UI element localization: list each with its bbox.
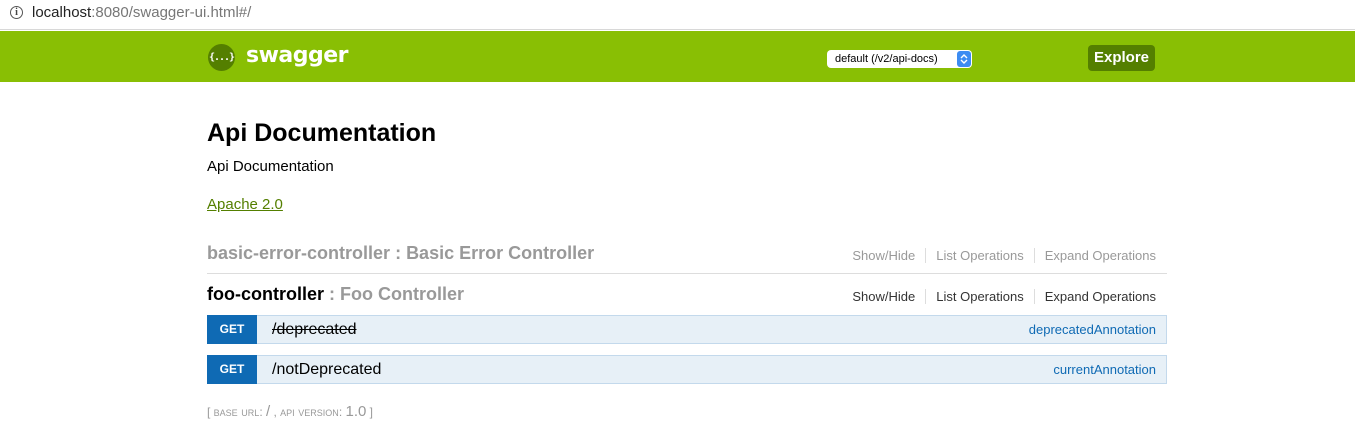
resource-foo-controller: foo-controller : Foo Controller Show/Hid…	[207, 284, 1167, 314]
operation-get-not-deprecated[interactable]: GET /notDeprecated currentAnnotation	[207, 355, 1167, 384]
resource-description: Basic Error Controller	[406, 243, 595, 263]
info-circle-icon[interactable]: i	[10, 6, 23, 19]
page-title: Api Documentation	[207, 119, 437, 147]
footer-open-bracket: [	[207, 405, 214, 419]
url-text[interactable]: localhost:8080/swagger-ui.html#/	[32, 4, 251, 21]
swagger-logo-text[interactable]: swagger	[246, 43, 349, 68]
footer-close-bracket: ]	[366, 405, 374, 419]
resource-actions: Show/Hide List Operations Expand Operati…	[852, 289, 1156, 304]
resource-title[interactable]: basic-error-controller : Basic Error Con…	[207, 243, 594, 264]
resource-description: Foo Controller	[340, 284, 464, 304]
http-method-badge[interactable]: GET	[207, 355, 257, 384]
show-hide-link[interactable]: Show/Hide	[852, 289, 925, 304]
footer-comma: ,	[270, 405, 281, 419]
resource-actions: Show/Hide List Operations Expand Operati…	[852, 248, 1156, 263]
footer-colon: :	[259, 405, 266, 419]
api-description: Api Documentation	[207, 158, 334, 175]
base-url-label: base url	[213, 404, 260, 419]
api-spec-select[interactable]: default (/v2/api-docs)	[827, 50, 972, 68]
resource-separator: :	[390, 243, 407, 263]
api-version-label: api version	[280, 404, 339, 419]
swagger-header: {...} swagger default (/v2/api-docs) Exp…	[0, 31, 1355, 82]
operation-get-deprecated[interactable]: GET /deprecated deprecatedAnnotation	[207, 315, 1167, 344]
operation-summary[interactable]: currentAnnotation	[1053, 362, 1156, 377]
address-bar[interactable]: i localhost:8080/swagger-ui.html#/	[0, 0, 1355, 30]
resource-separator: :	[324, 284, 340, 304]
resource-basic-error-controller: basic-error-controller : Basic Error Con…	[207, 243, 1167, 274]
explore-button[interactable]: Explore	[1088, 45, 1155, 71]
operation-path[interactable]: /deprecated	[272, 321, 357, 339]
expand-operations-link[interactable]: Expand Operations	[1033, 289, 1156, 304]
expand-operations-link[interactable]: Expand Operations	[1033, 248, 1156, 263]
operation-path[interactable]: /notDeprecated	[272, 361, 381, 379]
show-hide-link[interactable]: Show/Hide	[852, 248, 925, 263]
list-operations-link[interactable]: List Operations	[925, 289, 1033, 304]
swagger-logo-icon[interactable]: {...}	[208, 44, 235, 71]
license-link[interactable]: Apache 2.0	[207, 196, 283, 213]
resource-title[interactable]: foo-controller : Foo Controller	[207, 284, 464, 305]
api-footer: [ base url: / , api version: 1.0 ]	[207, 403, 373, 420]
http-method-badge[interactable]: GET	[207, 315, 257, 344]
operation-summary[interactable]: deprecatedAnnotation	[1029, 322, 1156, 337]
resource-name: foo-controller	[207, 284, 324, 304]
url-path: :8080/swagger-ui.html#/	[91, 4, 252, 21]
list-operations-link[interactable]: List Operations	[925, 248, 1033, 263]
up-down-chevron-icon	[957, 51, 971, 67]
api-version-value: 1.0	[345, 403, 367, 420]
resource-name: basic-error-controller	[207, 243, 391, 263]
url-host: localhost	[32, 4, 92, 21]
api-spec-select-value: default (/v2/api-docs)	[835, 53, 938, 65]
